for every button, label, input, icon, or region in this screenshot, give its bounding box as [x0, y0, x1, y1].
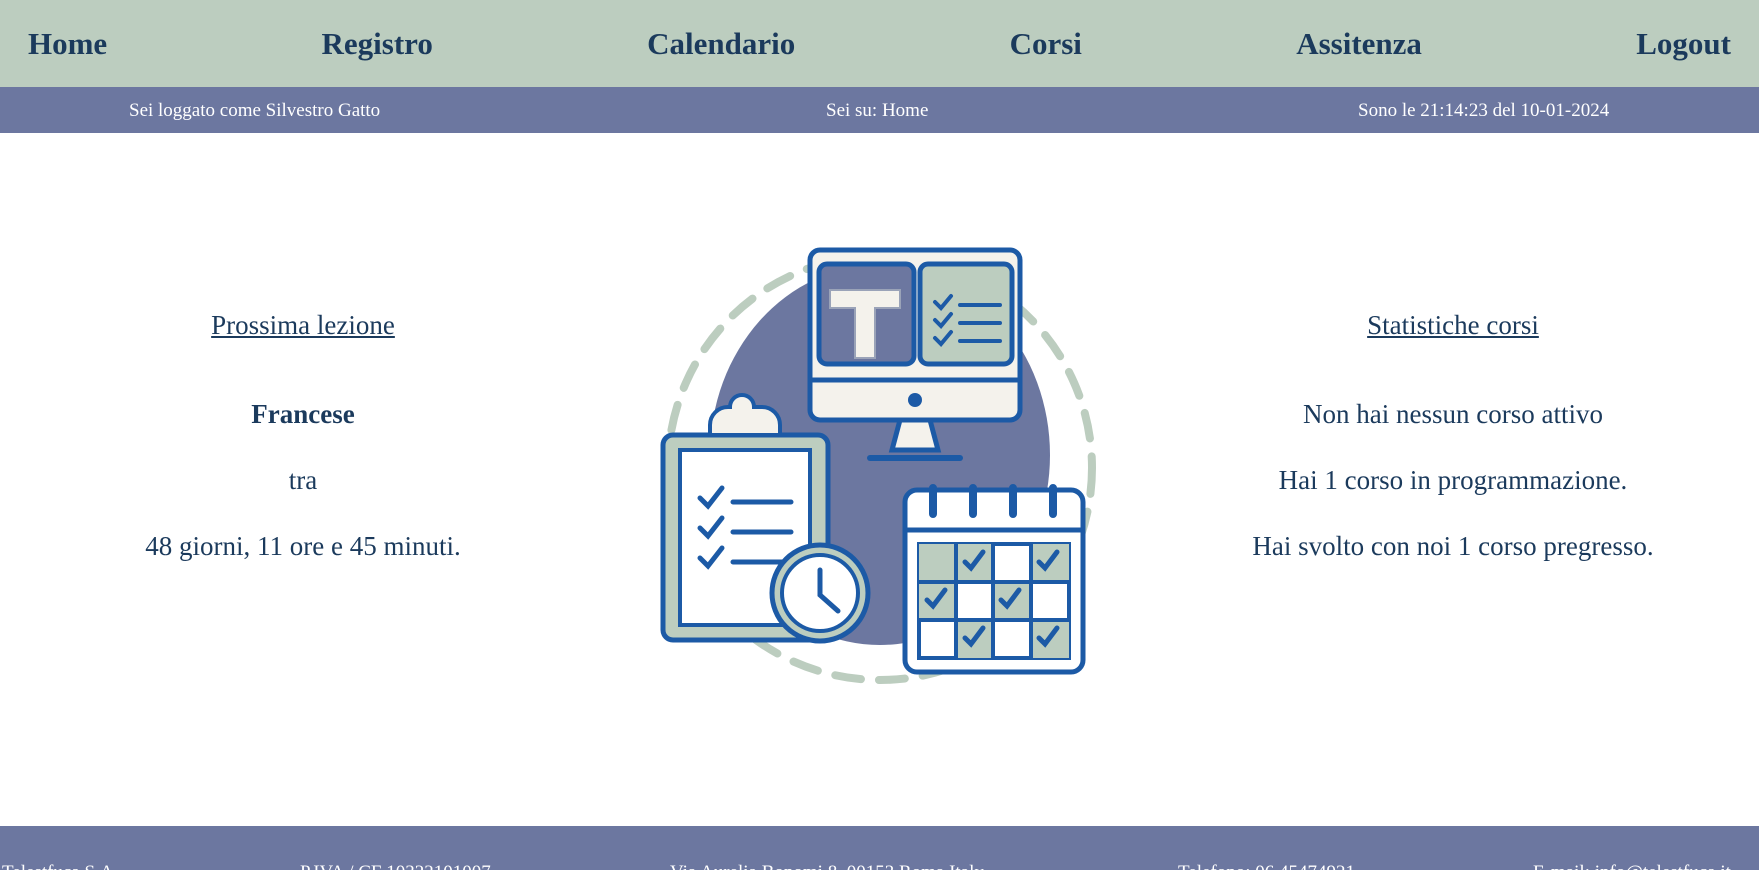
dashboard-illustration	[660, 247, 1096, 684]
active-courses-text: Non hai nessun corso attivo	[1303, 399, 1603, 429]
nav-assistenza[interactable]: Assitenza	[1296, 26, 1422, 62]
course-stats-panel: Statistiche corsi Non hai nessun corso a…	[1203, 310, 1703, 597]
nav-registro[interactable]: Registro	[322, 26, 433, 62]
current-time-text: Sono le 21:14:23 del 10-01-2024	[1358, 100, 1610, 121]
nav-calendario[interactable]: Calendario	[647, 26, 795, 62]
lesson-countdown: 48 giorni, 11 ore e 45 minuti.	[145, 531, 461, 561]
footer-address: Via Aurelia Bonomi 8, 00153 Roma Italy	[670, 862, 984, 870]
calendar-icon	[902, 484, 1086, 675]
status-bar: Sei loggato come Silvestro Gatto Sei su:…	[0, 87, 1759, 133]
page-footer: Telestfuca S.A. P.IVA / CF 10322101007 V…	[0, 826, 1759, 870]
next-lesson-link[interactable]: Prossima lezione	[103, 310, 503, 341]
nav-logout[interactable]: Logout	[1636, 26, 1731, 62]
footer-company: Telestfuca S.A.	[2, 862, 118, 870]
nav-home[interactable]: Home	[28, 26, 107, 62]
logged-user-text: Sei loggato come Silvestro Gatto	[129, 100, 381, 121]
next-lesson-panel: Prossima lezione Francese tra 48 giorni,…	[103, 310, 503, 597]
footer-vat: P.IVA / CF 10322101007	[300, 862, 491, 870]
scheduled-courses-text: Hai 1 corso in programmazione.	[1278, 465, 1628, 495]
nav-corsi[interactable]: Corsi	[1010, 26, 1082, 62]
lesson-subject: Francese	[251, 399, 355, 429]
clock-icon	[769, 542, 871, 644]
lesson-connector: tra	[288, 465, 318, 495]
footer-email[interactable]: E-mail: info@telestfuca.it	[1533, 862, 1731, 870]
course-stats-link[interactable]: Statistiche corsi	[1203, 310, 1703, 341]
past-courses-text: Hai svolto con noi 1 corso pregresso.	[1252, 531, 1654, 561]
footer-phone: Telefono: 06 45474921	[1178, 862, 1355, 870]
current-page-text: Sei su: Home	[826, 100, 929, 121]
main-navigation: Home Registro Calendario Corsi Assitenza…	[0, 0, 1759, 87]
